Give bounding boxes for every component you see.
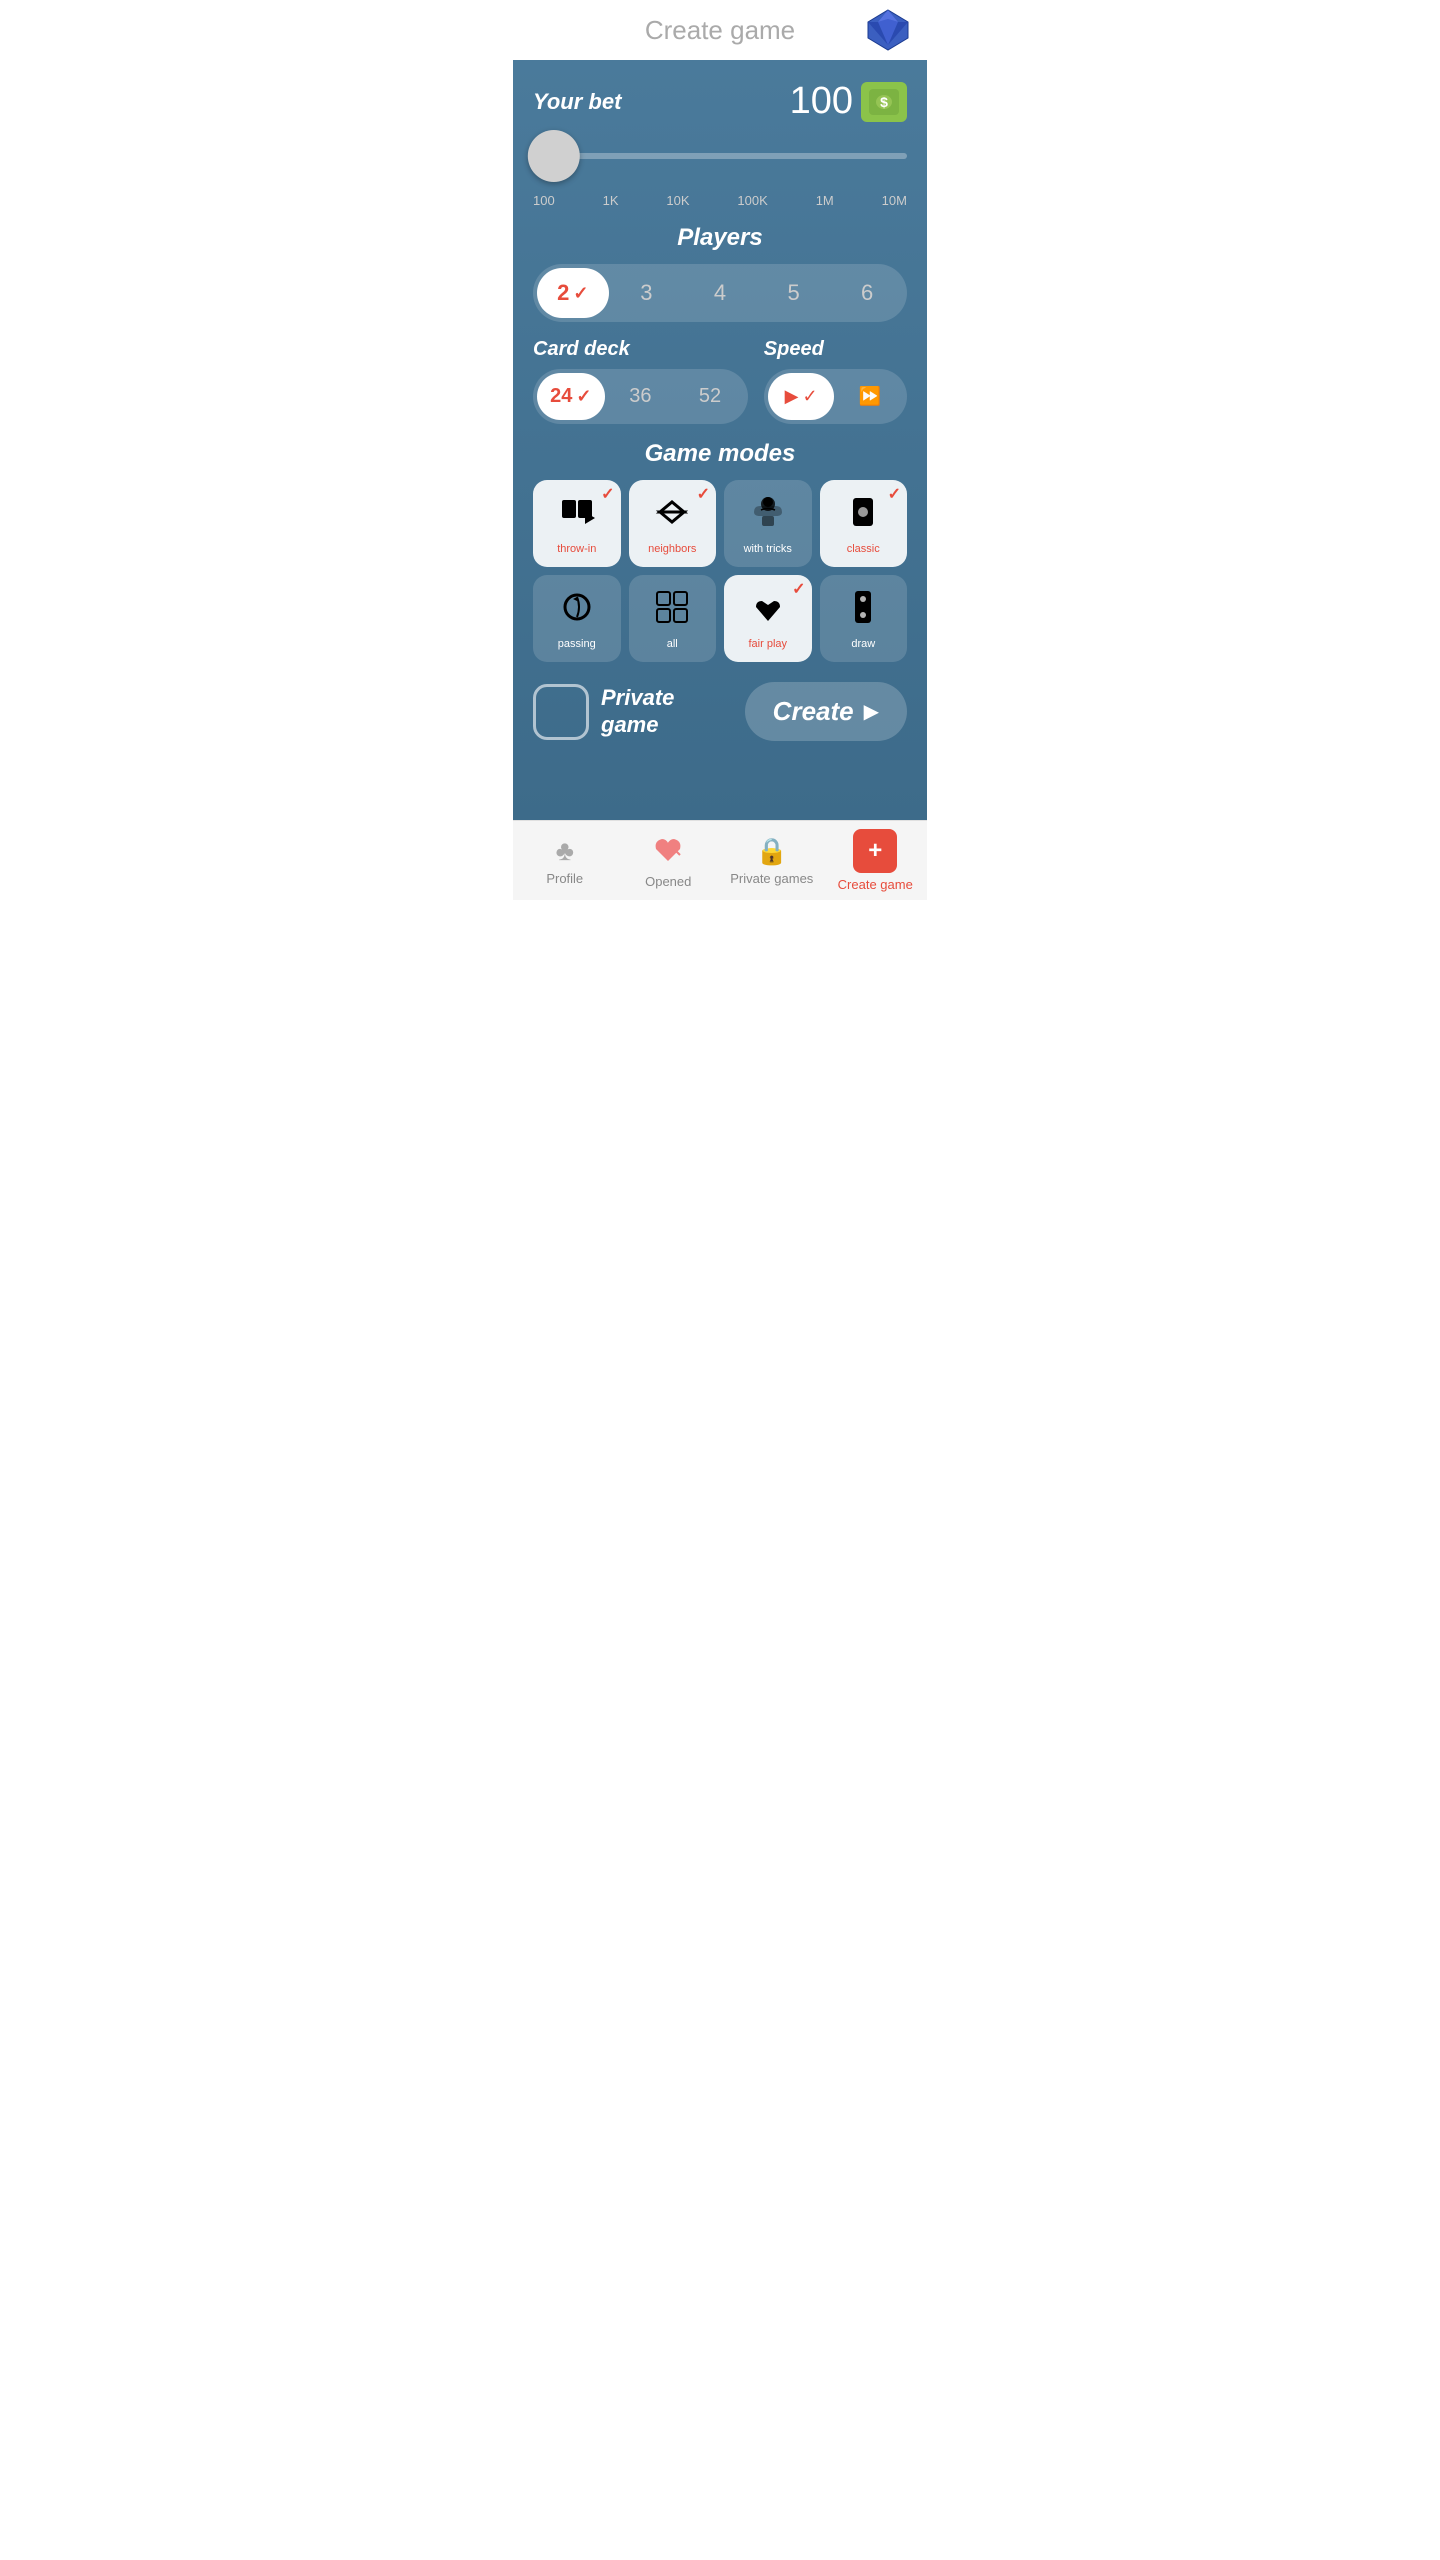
nav-profile-label: Profile: [546, 871, 583, 886]
nav-private-games-label: Private games: [730, 871, 813, 886]
deck-option-36[interactable]: 36: [607, 373, 675, 420]
svg-text:$: $: [880, 94, 888, 110]
gem-icon: [865, 7, 911, 53]
nav-private-games[interactable]: 🔒 Private games: [720, 821, 824, 900]
classic-label: classic: [847, 543, 880, 555]
nav-opened[interactable]: Opened: [617, 821, 721, 900]
mode-throw-in[interactable]: ✓ throw-in: [533, 480, 621, 567]
fair-play-icon: [748, 587, 788, 632]
slider-label-1k: 1K: [603, 193, 619, 208]
deck-option-52[interactable]: 52: [676, 373, 744, 420]
players-selector: 2 ✓ 3 4 5 6: [533, 264, 907, 322]
mode-passing[interactable]: passing: [533, 575, 621, 662]
nav-opened-label: Opened: [645, 874, 691, 889]
bottom-nav: ♣ Profile Opened 🔒 Private games + Creat…: [513, 820, 927, 900]
slider-label-10m: 10M: [882, 193, 907, 208]
draw-label: draw: [851, 638, 875, 650]
speed-label: Speed: [764, 338, 907, 361]
mode-fair-play[interactable]: ✓ fair play: [724, 575, 812, 662]
speed-selector: ▶ ✓ ⏩: [764, 369, 907, 424]
private-game-label: Private game: [601, 685, 674, 738]
fair-play-check: ✓: [792, 579, 805, 599]
heart-search-icon: [652, 833, 684, 870]
bet-label: Your bet: [533, 89, 621, 115]
neighbors-icon: [652, 492, 692, 537]
mode-with-tricks[interactable]: with tricks: [724, 480, 812, 567]
throw-in-label: throw-in: [557, 543, 596, 555]
deck-option-24[interactable]: 24 ✓: [537, 373, 605, 420]
player-option-5[interactable]: 5: [758, 268, 830, 318]
bet-value-container: 100 $: [790, 80, 907, 123]
nav-profile[interactable]: ♣ Profile: [513, 821, 617, 900]
fast-forward-icon: ⏩: [859, 386, 881, 406]
card-deck-selector: 24 ✓ 36 52: [533, 369, 748, 424]
deck-section: Card deck 24 ✓ 36 52: [533, 338, 748, 424]
all-icon: [652, 587, 692, 632]
mode-draw[interactable]: draw: [820, 575, 908, 662]
game-modes-grid: ✓ throw-in ✓ neighbors: [533, 480, 907, 662]
header: Create game: [513, 0, 927, 60]
player-option-3[interactable]: 3: [611, 268, 683, 318]
card-deck-label: Card deck: [533, 338, 748, 361]
bet-header: Your bet 100 $: [533, 80, 907, 123]
nav-create-game-label: Create game: [838, 877, 913, 892]
slider-labels: 100 1K 10K 100K 1M 10M: [533, 193, 907, 208]
page-title: Create game: [645, 15, 795, 46]
slider-label-100: 100: [533, 193, 555, 208]
speed-check-icon: ✓: [802, 386, 817, 407]
with-tricks-icon: [748, 492, 788, 537]
slider-track: [533, 153, 907, 159]
player-option-6[interactable]: 6: [831, 268, 903, 318]
nav-create-game[interactable]: + Create game: [824, 821, 928, 900]
classic-check: ✓: [888, 484, 901, 504]
lock-icon: 🔒: [756, 836, 788, 867]
player-option-2[interactable]: 2 ✓: [537, 268, 609, 318]
slider-label-10k: 10K: [666, 193, 689, 208]
speed-section: Speed ▶ ✓ ⏩: [764, 338, 907, 424]
neighbors-label: neighbors: [648, 543, 696, 555]
fair-play-label: fair play: [748, 638, 787, 650]
players-section: Players 2 ✓ 3 4 5 6: [533, 224, 907, 322]
player-option-4[interactable]: 4: [684, 268, 756, 318]
bottom-row: Private game Create ▶: [533, 682, 907, 741]
throw-in-icon: [557, 492, 597, 537]
main-content: Your bet 100 $ 100 1K 10K 1: [513, 60, 927, 820]
with-tricks-label: with tricks: [744, 543, 792, 555]
game-modes-section: Game modes ✓ throw-in ✓ ne: [533, 440, 907, 662]
bet-section: Your bet 100 $ 100 1K 10K 1: [533, 80, 907, 208]
draw-icon: [843, 587, 883, 632]
bet-value: 100: [790, 80, 853, 123]
mode-classic[interactable]: ✓ classic: [820, 480, 908, 567]
all-label: all: [667, 638, 678, 650]
passing-icon: [557, 587, 597, 632]
speed-option-fast[interactable]: ⏩: [836, 373, 903, 420]
play-icon: ▶: [785, 386, 799, 407]
create-button[interactable]: Create ▶: [745, 682, 907, 741]
speed-option-normal[interactable]: ▶ ✓: [768, 373, 835, 420]
mode-neighbors[interactable]: ✓ neighbors: [629, 480, 717, 567]
private-game-checkbox[interactable]: [533, 684, 589, 740]
create-button-arrow-icon: ▶: [864, 699, 879, 724]
mode-all[interactable]: all: [629, 575, 717, 662]
create-button-label: Create: [773, 696, 854, 727]
bet-slider[interactable]: [533, 131, 907, 181]
money-icon: $: [861, 82, 907, 122]
deck-check-icon: ✓: [576, 386, 591, 407]
check-icon: ✓: [573, 283, 588, 304]
game-modes-title: Game modes: [533, 440, 907, 468]
neighbors-check: ✓: [697, 484, 710, 504]
throw-in-check: ✓: [601, 484, 614, 504]
classic-icon: [843, 492, 883, 537]
players-title: Players: [533, 224, 907, 252]
slider-label-100k: 100K: [737, 193, 767, 208]
club-icon: ♣: [556, 835, 574, 867]
slider-thumb[interactable]: [528, 130, 580, 182]
slider-label-1m: 1M: [816, 193, 834, 208]
plus-icon: +: [853, 829, 897, 873]
passing-label: passing: [558, 638, 596, 650]
deck-speed-row: Card deck 24 ✓ 36 52 Speed ▶ ✓ ⏩: [533, 338, 907, 424]
